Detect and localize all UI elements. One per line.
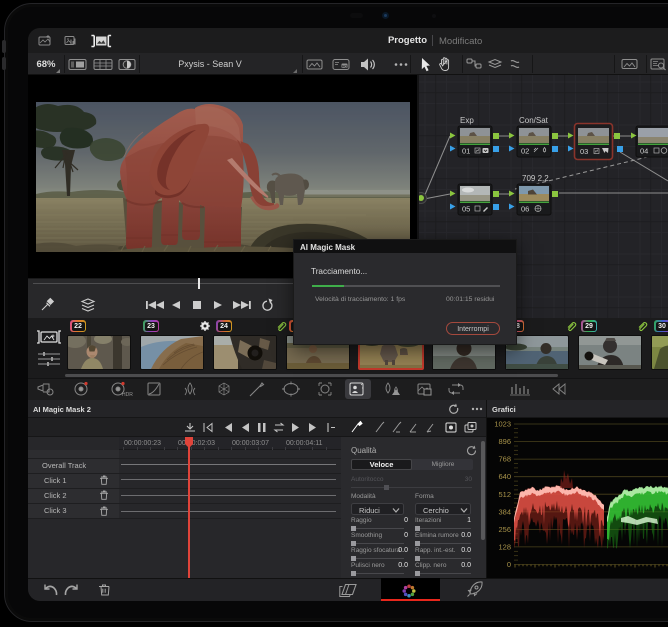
svg-text:01: 01 bbox=[462, 147, 470, 156]
svg-text:512: 512 bbox=[498, 490, 511, 499]
svg-text:04: 04 bbox=[640, 147, 648, 156]
svg-text:1023: 1023 bbox=[494, 420, 511, 429]
svg-text:768: 768 bbox=[498, 455, 511, 464]
svg-text:02: 02 bbox=[521, 147, 529, 156]
svg-text:384: 384 bbox=[498, 507, 511, 516]
svg-text:Exp: Exp bbox=[460, 116, 474, 125]
svg-text:0: 0 bbox=[507, 560, 511, 569]
svg-text:HQ: HQ bbox=[342, 64, 348, 68]
svg-text:05: 05 bbox=[462, 205, 470, 214]
svg-text:640: 640 bbox=[498, 472, 511, 481]
svg-text:03: 03 bbox=[580, 147, 588, 156]
svg-text:06: 06 bbox=[521, 205, 529, 214]
svg-text:709 2.2: 709 2.2 bbox=[522, 174, 549, 183]
svg-text:HDR: HDR bbox=[122, 392, 133, 398]
svg-text:128: 128 bbox=[498, 542, 511, 551]
svg-text:896: 896 bbox=[498, 437, 511, 446]
svg-text:256: 256 bbox=[498, 525, 511, 534]
svg-text:Con/Sat: Con/Sat bbox=[519, 116, 549, 125]
